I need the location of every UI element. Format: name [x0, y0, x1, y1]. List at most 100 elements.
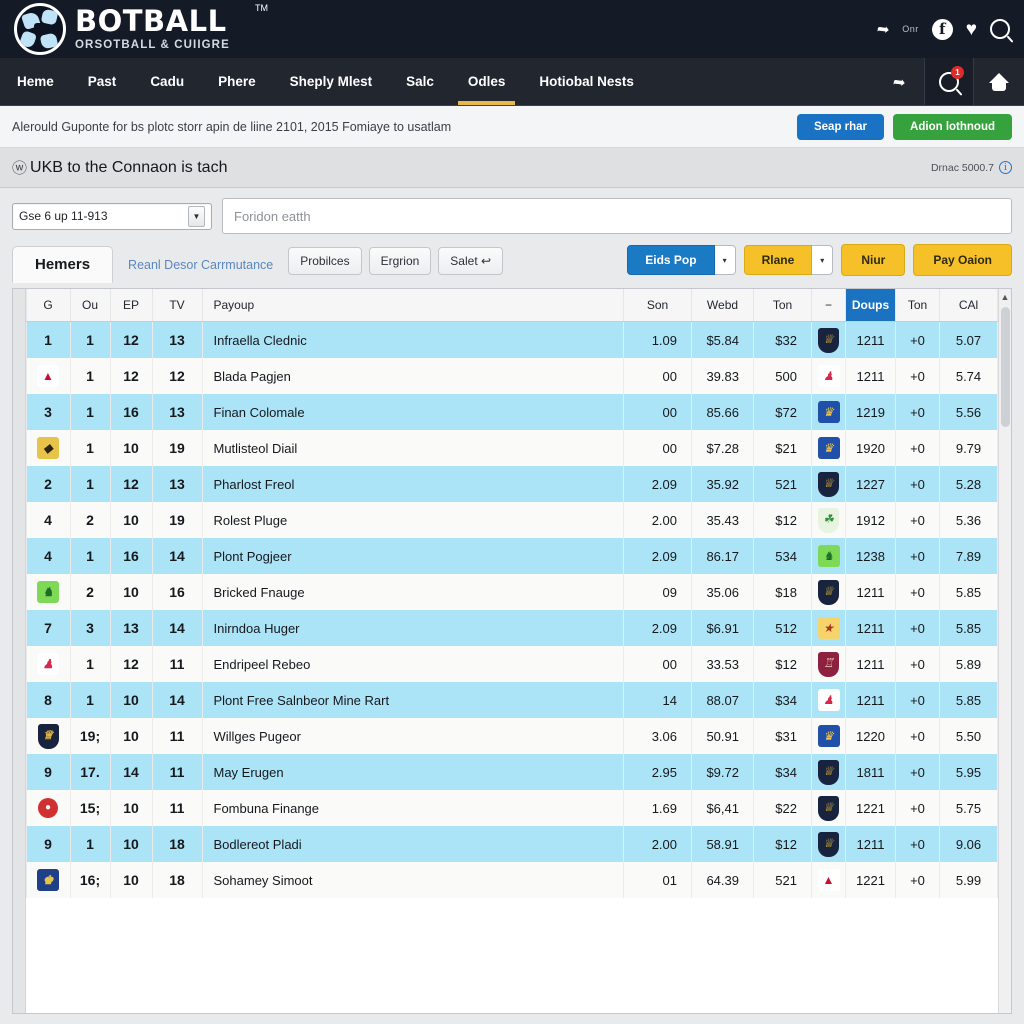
th-ep[interactable]: EP [110, 289, 153, 322]
th-g[interactable]: G [26, 289, 71, 322]
cell-cal: 5.36 [939, 502, 998, 538]
table-row[interactable]: 2 1 12 13 Pharlost Freol 2.09 35.92 521 ♕ 1227 +0 5… [13, 466, 1011, 502]
nav-item-1[interactable]: Past [71, 58, 134, 105]
cell-payoup[interactable]: Bricked Fnauge [202, 574, 624, 610]
table-scrollbar[interactable]: ▲ [998, 289, 1011, 1013]
primary-split-chevron-down-icon[interactable]: ▾ [714, 245, 736, 275]
cell-g: 9 [26, 754, 71, 790]
cell-ton2: +0 [895, 574, 940, 610]
action-button-4[interactable]: Pay Oaion [913, 244, 1012, 276]
cell-ton: $12 [753, 646, 812, 682]
table-row[interactable]: 9 17. 14 11 May Erugen 2.95 $9.72 $34 ♕ 1811 +0 5.9… [13, 754, 1011, 790]
nav-search-button[interactable]: 1 [924, 58, 974, 105]
cell-payoup[interactable]: Rolest Pluge [202, 502, 624, 538]
secondary-split-label[interactable]: Rlane [743, 245, 813, 275]
primary-split-label[interactable]: Eids Pop [627, 245, 715, 275]
site-logo[interactable]: BOTBALL TM ORSOTBALL & CUIIGRE [14, 2, 268, 55]
notice-primary-button[interactable]: Seap rhar [796, 113, 885, 140]
cell-payoup[interactable]: Pharlost Freol [202, 466, 624, 502]
nav-share-icon[interactable]: ➦ [874, 58, 924, 105]
th-tv[interactable]: TV [152, 289, 203, 322]
cell-payoup[interactable]: Inirndoa Huger [202, 610, 624, 646]
cell-payoup[interactable]: Bodlereot Pladi [202, 826, 624, 862]
cell-payoup[interactable]: Finan Colomale [202, 394, 624, 430]
tab-members-active[interactable]: Hemers [12, 246, 114, 283]
cell-payoup[interactable]: Blada Pagjen [202, 358, 624, 394]
nav-home-button[interactable] [974, 58, 1024, 105]
table-row[interactable]: 1 1 12 13 Infraella Clednic 1.09 $5.84 $32 ♕ 1211… [13, 321, 1011, 358]
cell-payoup[interactable]: Mutlisteol Diail [202, 430, 624, 466]
th-son[interactable]: Son [623, 289, 692, 322]
action-button-3[interactable]: Niur [841, 244, 906, 276]
cell-webd: 85.66 [691, 394, 754, 430]
cell-payoup[interactable]: Infraella Clednic [202, 321, 624, 358]
table-row[interactable]: 8 1 10 14 Plont Free Salnbeor Mine Rart 14 88.… [13, 682, 1011, 718]
nav-item-6-active[interactable]: Odles [451, 58, 523, 105]
table-row[interactable]: 9 1 10 18 Bodlereot Pladi 2.00 58.91 $12 ♕ 1211 +0… [13, 826, 1011, 862]
table-row[interactable]: ▲ 1 12 12 Blada Pagjen 00 39.83 500 ♟ 1211 +0 5.74 [13, 358, 1011, 394]
table-row[interactable]: ● 15; 10 11 Fombuna Finange 1.69 $6,41 $22 ♕ 1221… [13, 790, 1011, 826]
table-row[interactable]: ◆ 1 10 19 Mutlisteol Diail 00 $7.28 $21 ♛ 1920 +0 9… [13, 430, 1011, 466]
cell-ton: $34 [753, 754, 812, 790]
range-select[interactable]: Gse 6 up 11-913 ▼ [12, 202, 212, 230]
th-ton[interactable]: Ton [753, 289, 812, 322]
trademark-mark: TM [255, 2, 268, 13]
cell-payoup[interactable]: Plont Pogjeer [202, 538, 624, 574]
scroll-up-arrow-icon[interactable]: ▲ [999, 289, 1011, 302]
table-row[interactable]: ♟ 1 12 11 Endripeel Rebeo 00 33.53 $12 ♖ 1211 +0 5.… [13, 646, 1011, 682]
facebook-icon[interactable]: f [931, 18, 953, 40]
cell-cal: 7.89 [939, 538, 998, 574]
nav-item-5[interactable]: Salc [389, 58, 451, 105]
primary-split-button[interactable]: Eids Pop ▾ [627, 245, 736, 275]
nav-item-0[interactable]: Heme [0, 58, 71, 105]
cell-son: 1.69 [623, 790, 692, 826]
cell-payoup[interactable]: May Erugen [202, 754, 624, 790]
notice-secondary-button[interactable]: Adion lothnoud [893, 113, 1012, 140]
th-cal[interactable]: CAl [939, 289, 998, 322]
tab-link-secondary[interactable]: Reanl Desor Carrmutance [120, 258, 281, 282]
search-icon[interactable] [990, 19, 1010, 39]
secondary-split-chevron-down-icon[interactable]: ▾ [812, 245, 834, 275]
table-row[interactable]: 4 1 16 14 Plont Pogjeer 2.09 86.17 534 ♞ 1238 +0 7.… [13, 538, 1011, 574]
pill-button-1[interactable]: Ergrion [368, 247, 432, 275]
table-row[interactable]: 7 3 13 14 Inirndoa Huger 2.09 $6.91 512 ★ 1211 +0 5… [13, 610, 1011, 646]
cell-payoup[interactable]: Fombuna Finange [202, 790, 624, 826]
cell-son: 2.09 [623, 610, 692, 646]
cell-ton2: +0 [895, 430, 940, 466]
table-row[interactable]: ♕ 19; 10 11 Willges Pugeor 3.06 50.91 $31 ♛ 1220 +… [13, 718, 1011, 754]
secondary-split-button[interactable]: Rlane ▾ [743, 245, 834, 275]
th-dash[interactable]: − [811, 289, 846, 322]
cell-payoup[interactable]: Willges Pugeor [202, 718, 624, 754]
nav-item-2[interactable]: Cadu [133, 58, 201, 105]
info-icon[interactable]: i [999, 161, 1012, 174]
heart-icon[interactable]: ♥ [966, 20, 977, 39]
crest-icon: ♕ [818, 795, 839, 821]
th-ou[interactable]: Ou [70, 289, 111, 322]
cell-g: 9 [26, 826, 71, 862]
table-row[interactable]: 3 1 16 13 Finan Colomale 00 85.66 $72 ♛ 1219 +0 5.5… [13, 394, 1011, 430]
cell-crest: ♟ [811, 682, 846, 718]
nav-item-4[interactable]: Sheply Mlest [273, 58, 390, 105]
nav-item-7[interactable]: Hotiobal Nests [522, 58, 651, 105]
th-ton2[interactable]: Ton [895, 289, 940, 322]
cell-cal: 5.28 [939, 466, 998, 502]
cell-g: 1 [26, 321, 71, 358]
th-doups-sorted[interactable]: Doups [845, 289, 896, 322]
table-row[interactable]: 4 2 10 19 Rolest Pluge 2.00 35.43 $12 ☘ 1912 +0 5.3… [13, 502, 1011, 538]
table-row[interactable]: ♚ 16; 10 18 Sohamey Simoot 01 64.39 521 ▲ 1221 +0 5… [13, 862, 1011, 898]
cell-ep: 10 [110, 502, 153, 538]
scrollbar-thumb[interactable] [1001, 307, 1010, 427]
th-webd[interactable]: Webd [691, 289, 754, 322]
cell-cal: 5.75 [939, 790, 998, 826]
table-row[interactable]: ♞ 2 10 16 Bricked Fnauge 09 35.06 $18 ♕ 1211 +0 5.8… [13, 574, 1011, 610]
pill-button-0[interactable]: Probilces [288, 247, 362, 275]
share-icon[interactable]: ➦ [875, 19, 890, 39]
cell-payoup[interactable]: Sohamey Simoot [202, 862, 624, 898]
nav-item-3[interactable]: Phere [201, 58, 273, 105]
cell-payoup[interactable]: Endripeel Rebeo [202, 646, 624, 682]
th-payoup[interactable]: Payoup [202, 289, 624, 322]
pill-button-2[interactable]: Salet ↩ [438, 247, 504, 275]
cell-payoup[interactable]: Plont Free Salnbeor Mine Rart [202, 682, 624, 718]
cell-webd: 35.43 [691, 502, 754, 538]
search-input[interactable]: Foridon eatth [222, 198, 1012, 234]
